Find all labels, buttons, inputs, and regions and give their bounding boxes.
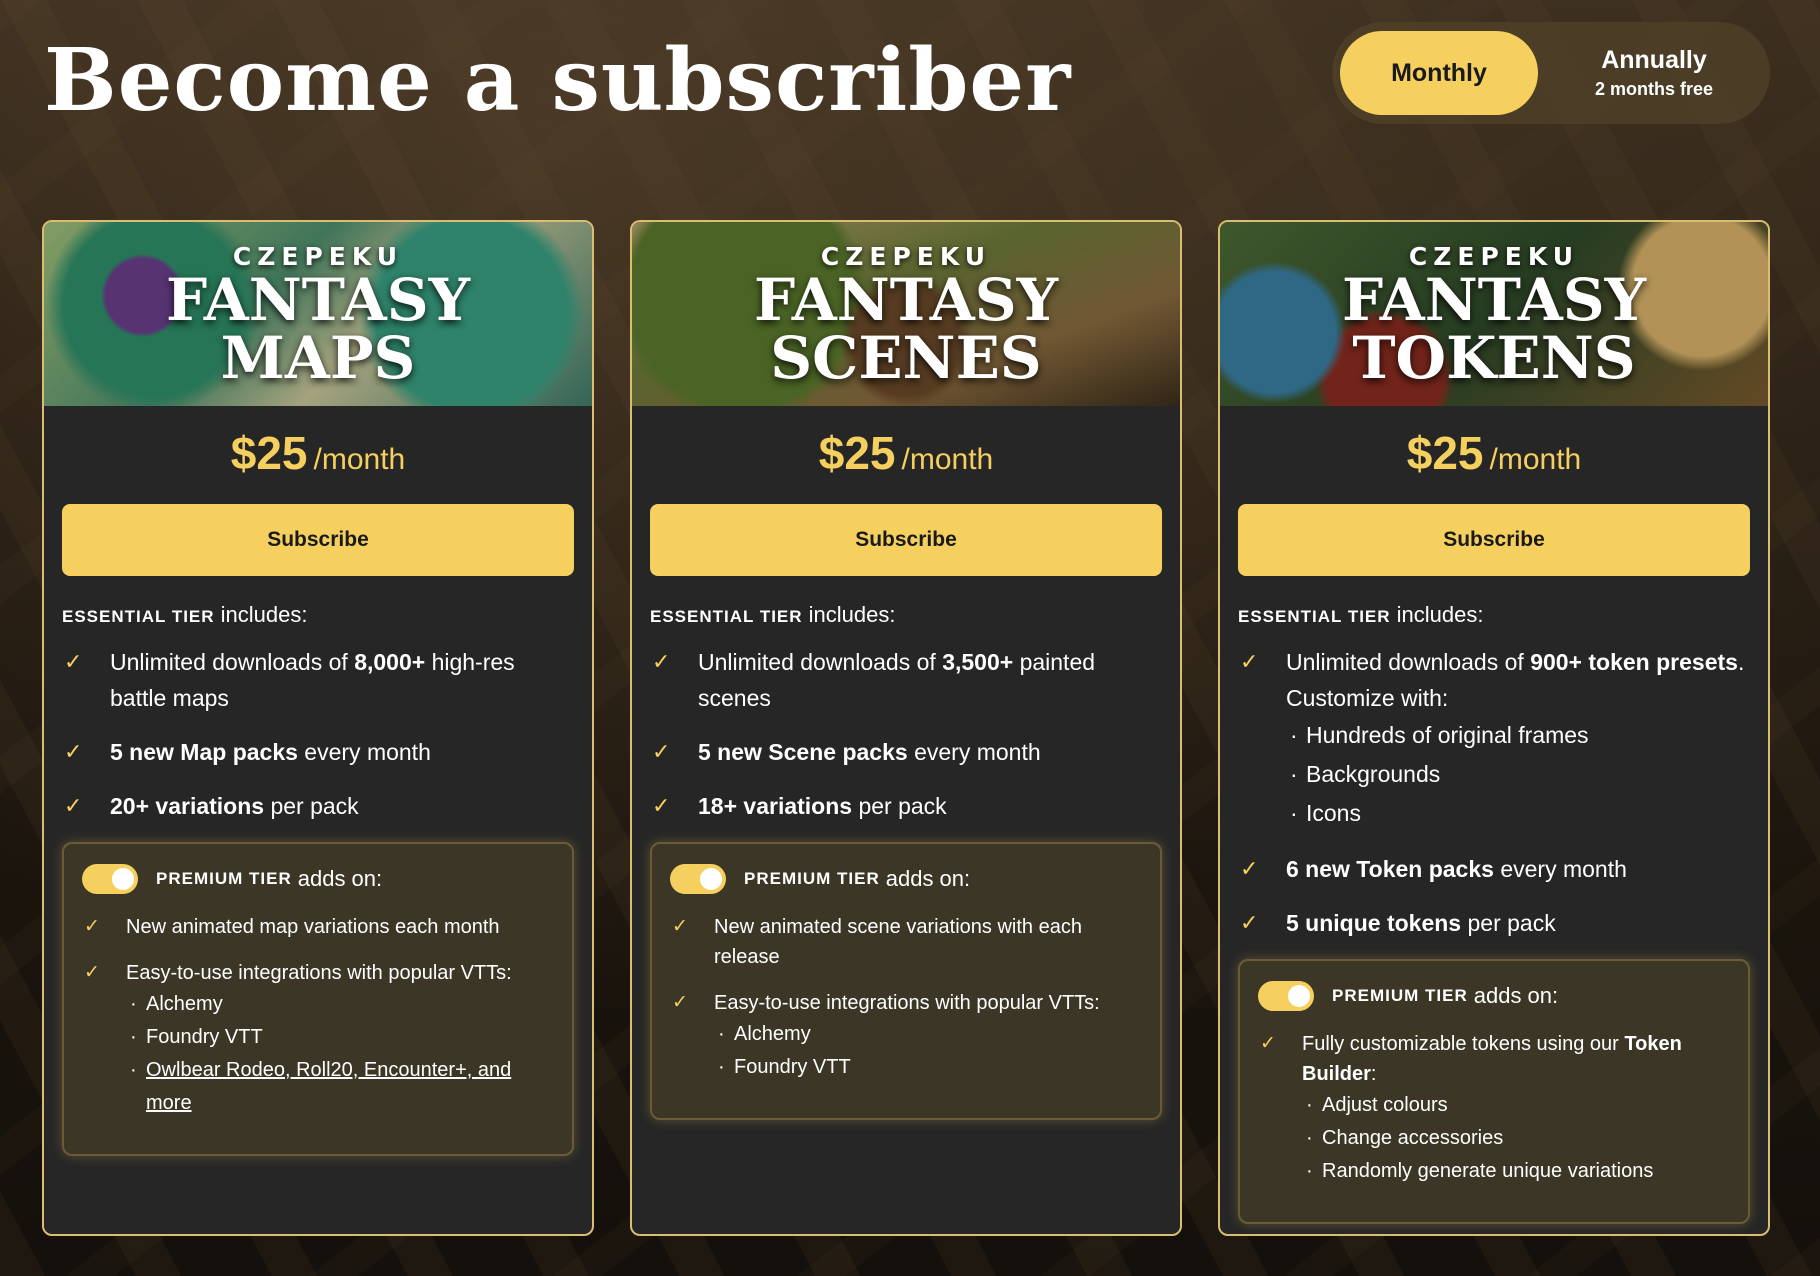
- check-icon: ✓: [64, 793, 83, 818]
- sub-item: · Backgrounds: [1290, 761, 1441, 787]
- premium-tier-heading: PREMIUM TIER adds on:: [670, 864, 1142, 894]
- sub-item: · Alchemy: [718, 1023, 811, 1045]
- price: $25/month: [44, 426, 592, 490]
- sub-item: · Adjust colours: [1306, 1094, 1448, 1116]
- price-amount: $25: [818, 427, 896, 479]
- list-item: ✓ 20+ variations per pack: [62, 788, 574, 824]
- list-item: ✓ 5 unique tokens per pack: [1238, 905, 1750, 941]
- annually-discount-note: 2 months free: [1594, 79, 1714, 99]
- check-icon: ✓: [84, 916, 100, 937]
- premium-tier-box: PREMIUM TIER adds on: ✓ New animated map v…: [62, 842, 574, 1156]
- check-icon: ✓: [672, 992, 688, 1013]
- list-item: ✓ Easy-to-use integrations with popular V…: [82, 958, 554, 1120]
- annually-option[interactable]: Annually 2 months free: [1546, 31, 1762, 115]
- list-item: ✓ Unlimited downloads of 900+ token prese…: [1238, 644, 1750, 833]
- subscribe-button[interactable]: Subscribe: [1238, 504, 1750, 576]
- check-icon: ✓: [64, 649, 83, 674]
- tokens-banner-image: CZEPEKU FANTASY TOKENS: [1220, 222, 1768, 406]
- check-icon: ✓: [1240, 856, 1259, 881]
- subscribe-button[interactable]: Subscribe: [62, 504, 574, 576]
- check-icon: ✓: [652, 649, 671, 674]
- check-icon: ✓: [1240, 649, 1259, 674]
- sub-item: · Change accessories: [1306, 1127, 1504, 1149]
- sub-item: · Foundry VTT: [130, 1026, 263, 1048]
- subscribe-button[interactable]: Subscribe: [650, 504, 1162, 576]
- billing-period-toggle: Monthly Annually 2 months free: [1332, 22, 1770, 124]
- essential-features-list: ✓ Unlimited downloads of 900+ token prese…: [1238, 644, 1750, 941]
- check-icon: ✓: [1260, 1033, 1276, 1054]
- list-item: ✓ Unlimited downloads of 8,000+ high-res …: [62, 644, 574, 716]
- premium-tier-heading: PREMIUM TIER adds on:: [1258, 981, 1730, 1011]
- annually-label: Annually: [1601, 46, 1707, 74]
- scenes-banner-image: CZEPEKU FANTASY SCENES: [632, 222, 1180, 406]
- premium-tier-box: PREMIUM TIER adds on: ✓ New animated scene…: [650, 842, 1162, 1120]
- premium-tier-heading: PREMIUM TIER adds on:: [82, 864, 554, 894]
- check-icon: ✓: [652, 793, 671, 818]
- price-period: /month: [901, 443, 994, 476]
- check-icon: ✓: [64, 739, 83, 764]
- essential-tier-heading: ESSENTIAL TIER includes:: [62, 602, 308, 627]
- price-period: /month: [1489, 443, 1582, 476]
- price-amount: $25: [1406, 427, 1484, 479]
- essential-features-list: ✓ Unlimited downloads of 8,000+ high-res …: [62, 644, 574, 824]
- list-item: ✓ New animated scene variations with each…: [670, 912, 1142, 972]
- check-icon: ✓: [672, 916, 688, 937]
- premium-features-list: ✓ New animated scene variations with each…: [670, 912, 1142, 1084]
- sub-item: · Randomly generate unique variations: [1306, 1160, 1654, 1182]
- premium-toggle-switch[interactable]: [82, 864, 138, 894]
- price: $25/month: [632, 426, 1180, 490]
- more-vtts-link[interactable]: Owlbear Rodeo, Roll20, Encounter+, and m…: [146, 1059, 511, 1114]
- product-name: FANTASY MAPS: [165, 265, 471, 392]
- price-period: /month: [313, 443, 406, 476]
- list-item: ✓ 5 new Scene packs every month: [650, 734, 1162, 770]
- plan-card-tokens: CZEPEKU FANTASY TOKENS $25/month Subscri…: [1218, 220, 1770, 1236]
- premium-toggle-switch[interactable]: [1258, 981, 1314, 1011]
- maps-banner-image: CZEPEKU FANTASY MAPS: [44, 222, 592, 406]
- list-item: ✓ 6 new Token packs every month: [1238, 851, 1750, 887]
- product-name: FANTASY SCENES: [753, 265, 1059, 392]
- essential-tier-heading: ESSENTIAL TIER includes:: [650, 602, 896, 627]
- page-title: Become a subscriber: [44, 30, 1072, 131]
- list-item: ✓ 5 new Map packs every month: [62, 734, 574, 770]
- price-amount: $25: [230, 427, 308, 479]
- plan-card-maps: CZEPEKU FANTASY MAPS $25/month Subscribe…: [42, 220, 594, 1236]
- sub-item: · Foundry VTT: [718, 1056, 851, 1078]
- sub-item: · Alchemy: [130, 993, 223, 1015]
- plan-card-scenes: CZEPEKU FANTASY SCENES $25/month Subscri…: [630, 220, 1182, 1236]
- sub-item: · Icons: [1290, 800, 1361, 826]
- list-item: ✓ New animated map variations each month: [82, 912, 554, 942]
- list-item: ✓ Fully customizable tokens using our Tok…: [1258, 1029, 1730, 1188]
- essential-features-list: ✓ Unlimited downloads of 3,500+ painted s…: [650, 644, 1162, 824]
- sub-item: · Owlbear Rodeo, Roll20, Encounter+, and …: [130, 1059, 512, 1114]
- premium-features-list: ✓ New animated map variations each month …: [82, 912, 554, 1120]
- list-item: ✓ Easy-to-use integrations with popular V…: [670, 988, 1142, 1084]
- price: $25/month: [1220, 426, 1768, 490]
- product-name: FANTASY TOKENS: [1341, 265, 1647, 392]
- essential-tier-heading: ESSENTIAL TIER includes:: [1238, 602, 1484, 627]
- monthly-option[interactable]: Monthly: [1340, 31, 1538, 115]
- check-icon: ✓: [652, 739, 671, 764]
- premium-features-list: ✓ Fully customizable tokens using our Tok…: [1258, 1029, 1730, 1188]
- list-item: ✓ 18+ variations per pack: [650, 788, 1162, 824]
- sub-item: · Hundreds of original frames: [1290, 722, 1589, 748]
- premium-toggle-switch[interactable]: [670, 864, 726, 894]
- list-item: ✓ Unlimited downloads of 3,500+ painted s…: [650, 644, 1162, 716]
- check-icon: ✓: [84, 962, 100, 983]
- premium-tier-box: PREMIUM TIER adds on: ✓ Fully customizable…: [1238, 959, 1750, 1224]
- check-icon: ✓: [1240, 910, 1259, 935]
